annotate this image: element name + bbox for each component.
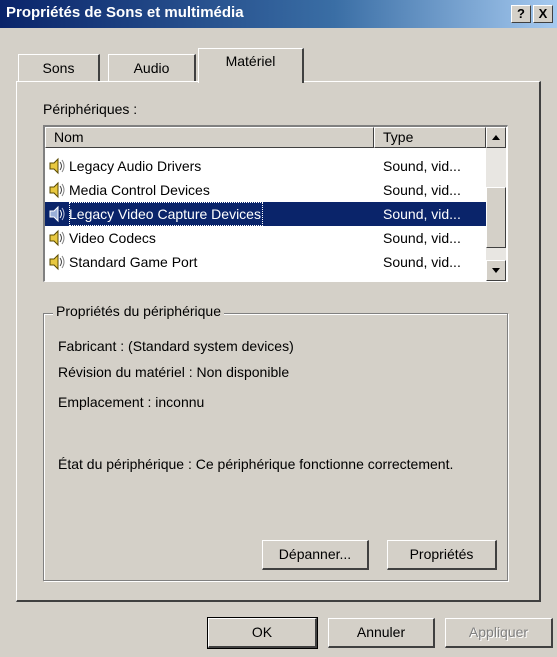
device-name: Legacy Video Capture Devices (69, 202, 263, 226)
list-item[interactable]: Media Control Devices Sound, vid... (45, 178, 486, 202)
window-title: Propriétés de Sons et multimédia (6, 4, 244, 21)
arrow-down-icon (492, 268, 500, 273)
properties-button-label: Propriétés (409, 546, 474, 562)
column-header-type[interactable]: Type (374, 127, 486, 148)
help-button[interactable]: ? (511, 5, 531, 23)
close-button[interactable]: X (533, 5, 553, 23)
device-name: Legacy Audio Drivers (69, 158, 202, 174)
scroll-up-button[interactable] (486, 127, 506, 148)
tab-label: Matériel (225, 53, 276, 69)
list-item[interactable]: Legacy Audio Drivers Sound, vid... (45, 154, 486, 178)
device-name: Standard Game Port (69, 254, 198, 270)
location-text: Emplacement : inconnu (58, 394, 205, 410)
device-properties-label: Propriétés du périphérique (53, 303, 224, 319)
column-header-name-label: Nom (54, 129, 84, 145)
devices-label: Périphériques : (43, 101, 137, 117)
list-item-selected[interactable]: Legacy Video Capture Devices Sound, vid.… (45, 202, 486, 226)
cancel-button[interactable]: Annuler (328, 618, 435, 648)
apply-button[interactable]: Appliquer (445, 618, 553, 648)
scroll-down-button[interactable] (486, 260, 506, 281)
device-list[interactable]: Nom Type Legacy Audio Drivers Sound, vid… (43, 125, 508, 282)
troubleshoot-label: Dépanner... (278, 546, 352, 562)
troubleshoot-button[interactable]: Dépanner... (262, 540, 369, 570)
revision-text: Révision du matériel : Non disponible (58, 364, 290, 380)
speaker-icon (49, 181, 65, 199)
list-item[interactable]: Standard Game Port Sound, vid... (45, 250, 486, 274)
ok-button[interactable]: OK (207, 617, 318, 649)
speaker-icon (49, 229, 65, 247)
tab-sons[interactable]: Sons (18, 54, 100, 81)
speaker-icon (49, 205, 65, 223)
column-header-type-label: Type (383, 129, 414, 145)
cancel-label: Annuler (356, 624, 406, 640)
apply-label: Appliquer (468, 624, 529, 640)
tab-audio[interactable]: Audio (108, 54, 196, 81)
title-bar[interactable]: Propriétés de Sons et multimédia ? X (0, 0, 557, 28)
device-type: Sound, vid... (383, 254, 461, 270)
status-text: État du périphérique : Ce périphérique f… (58, 456, 454, 472)
tab-label: Audio (133, 60, 170, 76)
device-name: Video Codecs (69, 230, 156, 246)
device-type: Sound, vid... (383, 206, 461, 222)
speaker-icon (49, 253, 65, 271)
device-type: Sound, vid... (383, 230, 461, 246)
tab-materiel[interactable]: Matériel (198, 48, 304, 83)
arrow-up-icon (492, 135, 500, 140)
vertical-scrollbar[interactable] (486, 127, 506, 281)
properties-button[interactable]: Propriétés (387, 540, 497, 570)
devices-label-text: Périphériques : (43, 101, 138, 117)
scroll-thumb[interactable] (486, 187, 506, 248)
ok-label: OK (251, 624, 273, 640)
device-name: Media Control Devices (69, 182, 210, 198)
device-type: Sound, vid... (383, 158, 461, 174)
list-item[interactable]: Video Codecs Sound, vid... (45, 226, 486, 250)
manufacturer-text: Fabricant : (Standard system devices) (58, 338, 294, 354)
device-type: Sound, vid... (383, 182, 461, 198)
tab-label: Sons (42, 60, 75, 76)
speaker-icon (49, 157, 65, 175)
column-header-name[interactable]: Nom (45, 127, 374, 148)
